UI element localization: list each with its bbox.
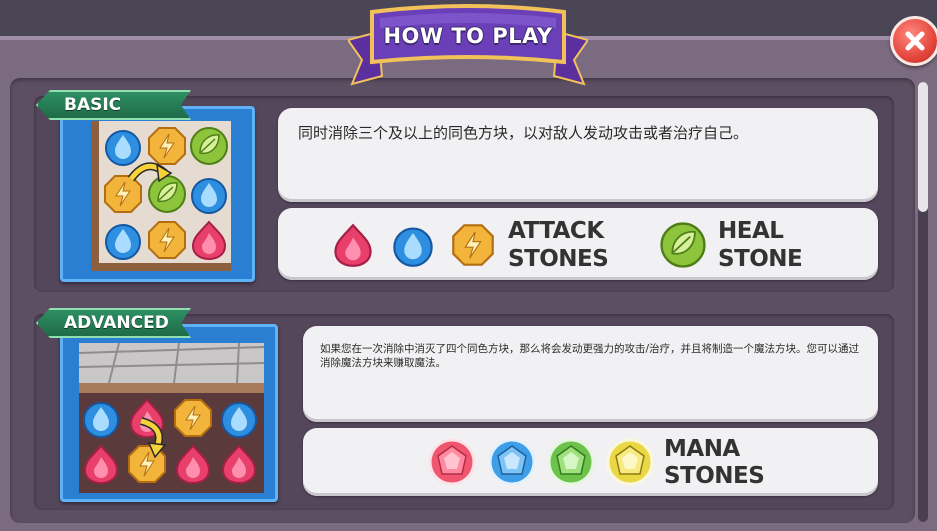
advanced-board xyxy=(78,342,265,493)
advanced-description: 如果您在一次消除中消灭了四个同色方块，那么将会发动更强力的攻击/治疗，并且将制造… xyxy=(320,343,860,369)
scrollbar[interactable] xyxy=(918,82,928,522)
heal-stone-label-line1: HEAL xyxy=(718,218,784,244)
page-title: HOW TO PLAY xyxy=(383,24,553,48)
advanced-illustration xyxy=(60,324,278,502)
attack-stones-label-line1: ATTACK xyxy=(508,218,604,244)
basic-illustration xyxy=(60,106,255,282)
close-icon xyxy=(905,31,925,51)
basic-tag: BASIC xyxy=(36,90,191,120)
mana-stones-label-line2: STONES xyxy=(664,463,765,489)
leaf-stone-icon xyxy=(660,222,706,268)
basic-description: 同时消除三个及以上的同色方块，以对敌人发动攻击或者治疗自己。 xyxy=(298,124,749,142)
advanced-tag: ADVANCED xyxy=(36,308,191,338)
green-mana-gem-icon xyxy=(547,438,595,486)
close-button[interactable] xyxy=(890,16,937,66)
fire-stone-icon xyxy=(334,224,372,267)
water-stone-icon xyxy=(393,227,433,267)
yellow-mana-gem-icon xyxy=(606,438,654,486)
lightning-stone-icon xyxy=(452,224,494,266)
red-mana-gem-icon xyxy=(428,438,476,486)
advanced-description-card xyxy=(303,326,878,422)
mana-stones-label-line1: MANA xyxy=(664,436,740,462)
scroll-thumb[interactable] xyxy=(918,82,928,212)
blue-mana-gem-icon xyxy=(488,438,536,486)
basic-board xyxy=(91,121,231,271)
attack-stones-label-line2: STONES xyxy=(508,246,609,272)
heal-stone-label-line2: STONE xyxy=(718,246,803,272)
